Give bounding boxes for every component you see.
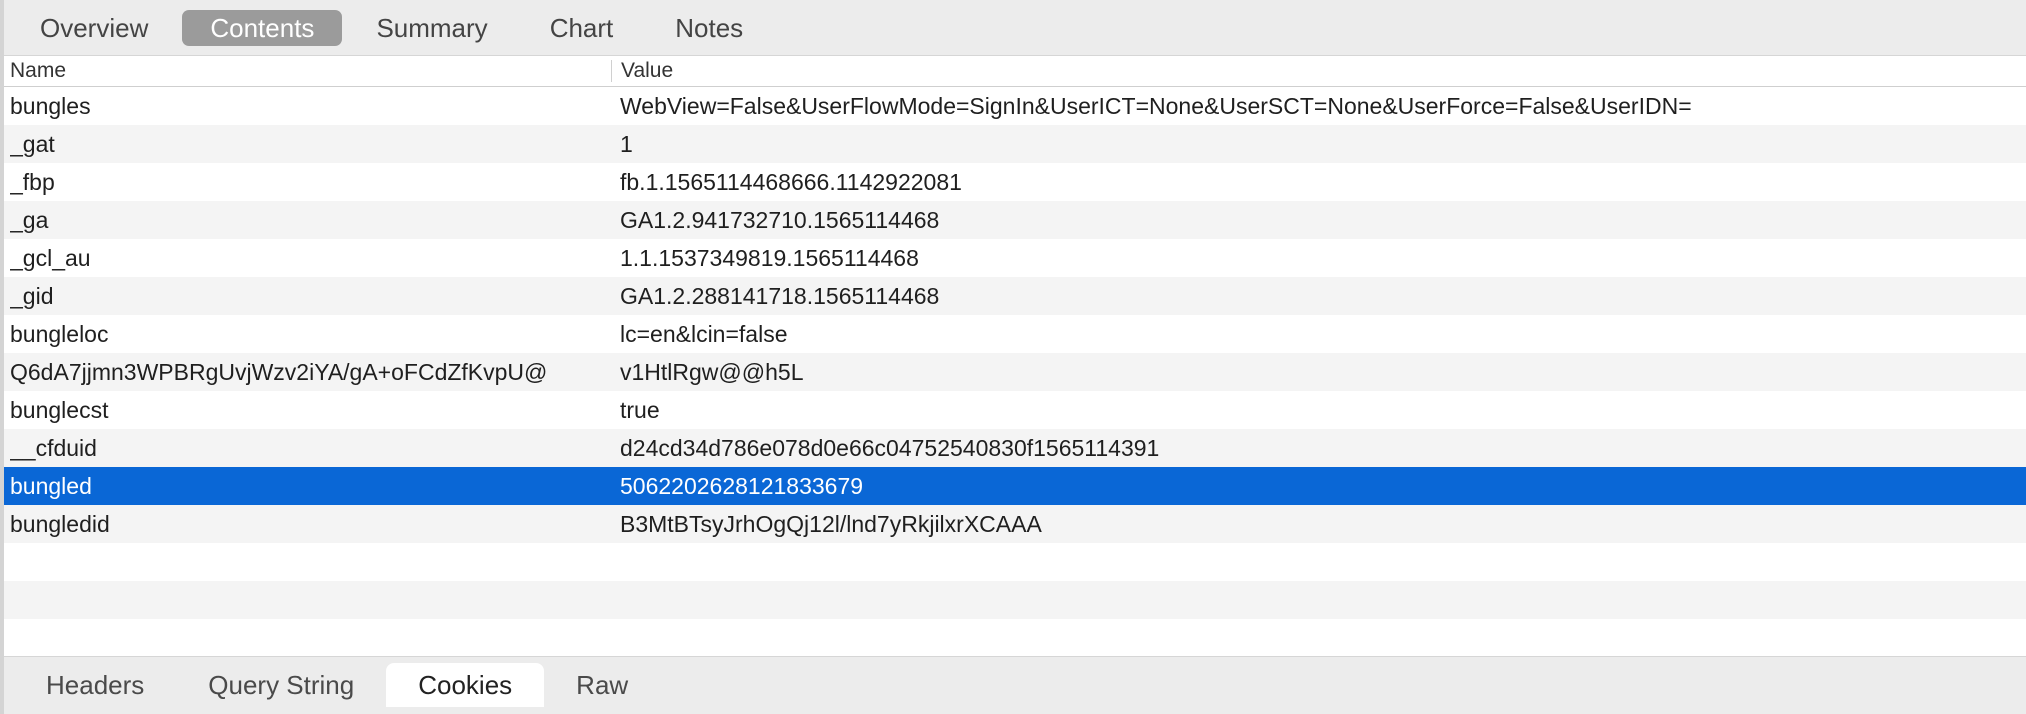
cookie-name: __cfduid <box>10 435 97 461</box>
cookie-name: _gid <box>10 283 54 309</box>
cookie-value: 5062202628121833679 <box>620 473 864 499</box>
cookies-table: Name Value bungles WebView=False&UserFlo… <box>4 56 2026 656</box>
table-row[interactable]: bungles WebView=False&UserFlowMode=SignI… <box>4 87 2026 125</box>
cookie-name: Q6dA7jjmn3WPBRgUvjWzv2iYA/gA+oFCdZfKvpU@ <box>10 359 548 385</box>
cookie-name: bungled <box>10 473 92 499</box>
table-row[interactable]: Q6dA7jjmn3WPBRgUvjWzv2iYA/gA+oFCdZfKvpU@… <box>4 353 2026 391</box>
tab-contents[interactable]: Contents <box>182 10 343 46</box>
tab-query-string[interactable]: Query String <box>176 663 386 707</box>
column-header-name[interactable]: Name <box>10 56 66 86</box>
tab-headers[interactable]: Headers <box>14 663 176 707</box>
cookie-value: true <box>620 397 660 423</box>
tab-overview[interactable]: Overview <box>12 10 176 46</box>
cookie-name: _ga <box>10 207 49 233</box>
cookie-name: bungleloc <box>10 321 109 347</box>
cookie-name: bungledid <box>10 511 110 537</box>
cookie-value: lc=en&lcin=false <box>620 321 788 347</box>
table-row-selected[interactable]: bungled 5062202628121833679 <box>4 467 2026 505</box>
tab-raw[interactable]: Raw <box>544 663 660 707</box>
empty-row <box>4 543 2026 581</box>
window-left-edge <box>0 0 4 714</box>
cookie-value: GA1.2.941732710.1565114468 <box>620 207 940 233</box>
table-row[interactable]: _gcl_au 1.1.1537349819.1565114468 <box>4 239 2026 277</box>
top-tab-bar: Overview Contents Summary Chart Notes <box>0 0 2026 56</box>
cookie-value: WebView=False&UserFlowMode=SignIn&UserIC… <box>620 93 1692 119</box>
table-row[interactable]: bunglecst true <box>4 391 2026 429</box>
cookie-name: _fbp <box>10 169 55 195</box>
table-row[interactable]: bungledid B3MtBTsyJrhOgQj12l/lnd7yRkjilx… <box>4 505 2026 543</box>
empty-row <box>4 581 2026 619</box>
cookie-value: GA1.2.288141718.1565114468 <box>620 283 940 309</box>
cookie-name: bunglecst <box>10 397 109 423</box>
table-row[interactable]: __cfduid d24cd34d786e078d0e66c0475254083… <box>4 429 2026 467</box>
cookie-name: _gcl_au <box>10 245 91 271</box>
table-row[interactable]: _fbp fb.1.1565114468666.1142922081 <box>4 163 2026 201</box>
empty-row <box>4 619 2026 657</box>
cookie-value: fb.1.1565114468666.1142922081 <box>620 169 962 195</box>
cookie-name: _gat <box>10 131 55 157</box>
bottom-tab-bar: Headers Query String Cookies Raw <box>4 656 2026 714</box>
tab-chart[interactable]: Chart <box>522 10 642 46</box>
table-row[interactable]: bungleloc lc=en&lcin=false <box>4 315 2026 353</box>
cookie-value: d24cd34d786e078d0e66c04752540830f1565114… <box>620 435 1160 461</box>
column-divider[interactable] <box>611 60 612 82</box>
cookie-value: 1.1.1537349819.1565114468 <box>620 245 919 271</box>
table-row[interactable]: _gat 1 <box>4 125 2026 163</box>
table-body: bungles WebView=False&UserFlowMode=SignI… <box>4 87 2026 657</box>
tab-cookies[interactable]: Cookies <box>386 663 545 707</box>
cookie-value: B3MtBTsyJrhOgQj12l/lnd7yRkjilxrXCAAA <box>620 511 1042 537</box>
tab-summary[interactable]: Summary <box>348 10 515 46</box>
table-row[interactable]: _gid GA1.2.288141718.1565114468 <box>4 277 2026 315</box>
table-header: Name Value <box>4 56 2026 87</box>
cookie-value: v1HtlRgw@@h5L <box>620 359 804 385</box>
table-row[interactable]: _ga GA1.2.941732710.1565114468 <box>4 201 2026 239</box>
cookie-value: 1 <box>620 131 633 157</box>
cookie-name: bungles <box>10 93 91 119</box>
column-header-value[interactable]: Value <box>621 56 673 86</box>
cookie-inspector-window: Overview Contents Summary Chart Notes Na… <box>0 0 2026 714</box>
tab-notes[interactable]: Notes <box>647 10 771 46</box>
